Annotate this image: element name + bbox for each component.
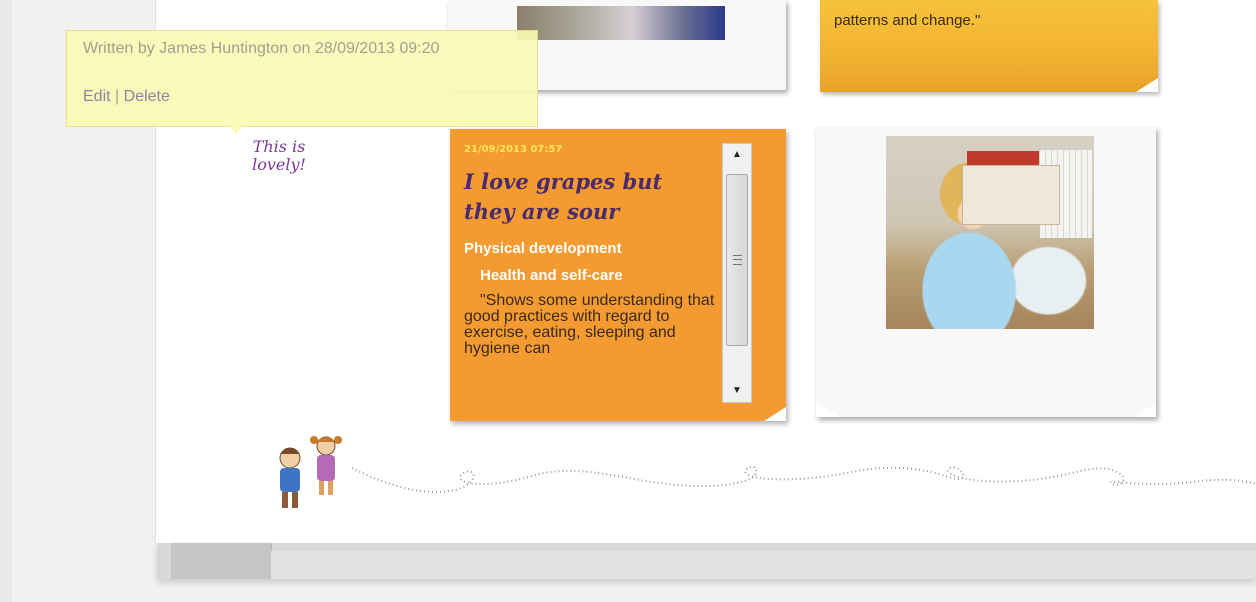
note-fold xyxy=(764,407,786,421)
delete-link[interactable]: Delete xyxy=(124,88,170,105)
window-left-strip xyxy=(0,0,12,602)
note-text: patterns and change." xyxy=(834,12,981,29)
note-date: 21/09/2013 07:57 xyxy=(464,144,563,155)
note-category: Physical development xyxy=(464,240,622,257)
note-title: I love grapes but they are sour xyxy=(464,169,663,224)
horizontal-scroll-thumb[interactable] xyxy=(171,543,272,579)
dotted-swirl-decoration xyxy=(352,465,1256,493)
card-fold xyxy=(1134,403,1156,417)
horizontal-scrollbar[interactable] xyxy=(157,543,1256,579)
photo-detail-dollhouse xyxy=(962,165,1060,225)
kids-illustration xyxy=(279,436,342,508)
tooltip-pointer xyxy=(228,124,244,134)
photo-detail-dollhouse-roof xyxy=(967,151,1039,165)
edit-link[interactable]: Edit xyxy=(83,88,111,105)
note-body: "Shows some understanding that good prac… xyxy=(464,293,715,357)
scrollbar-thumb[interactable] xyxy=(726,174,748,346)
comment-text[interactable]: This is lovely! xyxy=(244,138,314,174)
scroll-up-icon[interactable]: ▲ xyxy=(723,144,751,166)
comment-author-line: Written by James Huntington on 28/09/201… xyxy=(83,40,440,57)
note-fold xyxy=(1136,78,1158,92)
horizontal-scroll-track[interactable] xyxy=(271,551,1256,579)
scroll-down-icon[interactable]: ▼ xyxy=(723,380,751,402)
sticky-note-orange[interactable]: 21/09/2013 07:57 I love grapes but they … xyxy=(450,129,786,421)
action-separator: | xyxy=(110,88,124,105)
card-fold xyxy=(816,403,842,417)
photo-thumbnail-top[interactable] xyxy=(517,6,725,40)
grip-icon xyxy=(733,255,742,265)
note-subcategory: Health and self-care xyxy=(480,267,623,284)
comment-actions: Edit | Delete xyxy=(83,88,170,106)
comment-tooltip: Written by James Huntington on 28/09/201… xyxy=(66,30,538,127)
note-scrollbar[interactable]: ▲ ▼ xyxy=(722,143,752,403)
sticky-note-yellow[interactable]: patterns and change." xyxy=(820,0,1158,92)
